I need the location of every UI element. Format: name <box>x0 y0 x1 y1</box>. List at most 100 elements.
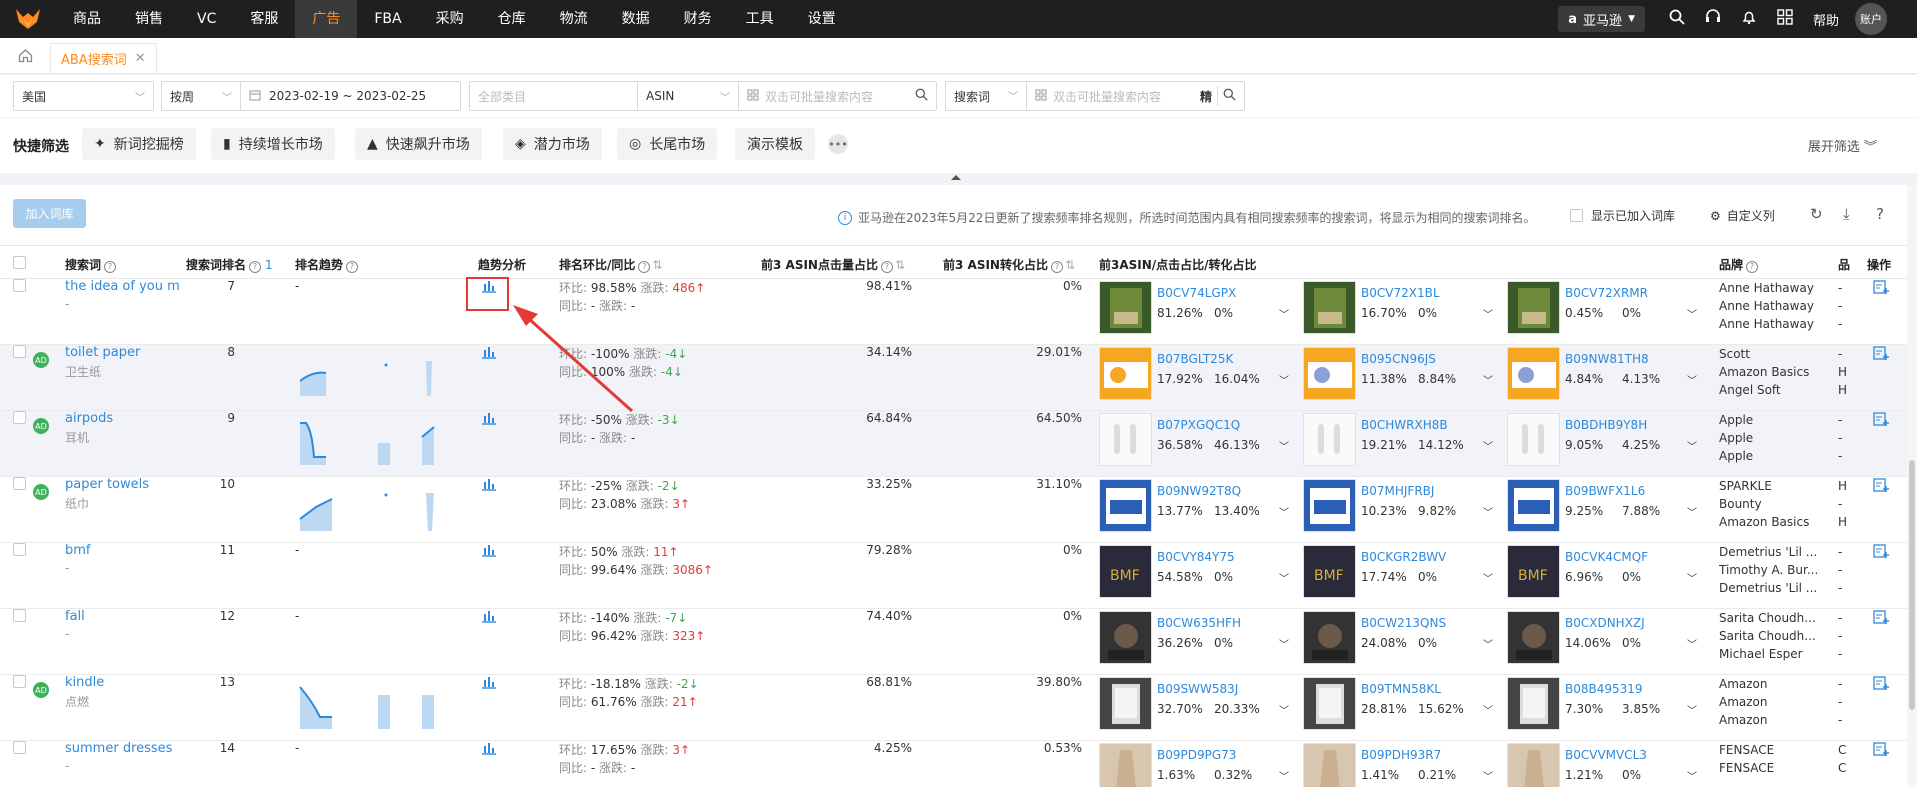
period-select[interactable]: 按周 ﹀ <box>161 81 241 111</box>
chevron-down-icon[interactable]: ﹀ <box>1687 570 1697 585</box>
custom-columns-button[interactable]: ⚙ 自定义列 <box>1710 207 1775 224</box>
headset-icon[interactable] <box>1695 9 1731 29</box>
term-search[interactable]: 搜索词 ﹀ 双击可批量搜索内容 精 <box>945 81 1245 111</box>
asin-type-select[interactable]: ASIN ﹀ <box>638 89 738 104</box>
add-to-list-icon[interactable] <box>1873 477 1889 497</box>
row-checkbox[interactable] <box>13 543 26 556</box>
quick-longtail-button[interactable]: ◎ 长尾市场 <box>617 128 718 160</box>
nav-item-2[interactable]: VC <box>180 0 233 38</box>
home-icon[interactable] <box>0 37 50 73</box>
nav-item-1[interactable]: 销售 <box>118 0 180 38</box>
sort-icon[interactable]: ⇅ <box>652 258 662 272</box>
avatar[interactable]: 账户 <box>1855 3 1887 35</box>
chevron-down-icon[interactable]: ﹀ <box>1279 372 1289 387</box>
quick-growth-button[interactable]: ▮ 持续增长市场 <box>211 128 335 160</box>
nav-item-7[interactable]: 仓库 <box>481 0 543 38</box>
keyword-link[interactable]: kindle <box>65 675 180 690</box>
asin-search-input[interactable]: 双击可批量搜索内容 <box>765 88 873 105</box>
chevron-down-icon[interactable]: ﹀ <box>1483 636 1493 651</box>
product-thumbnail[interactable] <box>1099 281 1152 334</box>
row-checkbox[interactable] <box>13 345 26 358</box>
quick-potential-button[interactable]: ◈ 潜力市场 <box>503 128 602 160</box>
chevron-down-icon[interactable]: ﹀ <box>1687 306 1697 321</box>
chevron-down-icon[interactable]: ﹀ <box>1483 438 1493 453</box>
collapse-handle[interactable] <box>0 173 1917 185</box>
keyword-link[interactable]: the idea of you m <box>65 279 180 294</box>
trend-chart-icon[interactable] <box>481 675 497 693</box>
add-to-library-button[interactable]: 加入词库 <box>13 199 86 228</box>
table-row[interactable]: bmf -11- 环比: 50% 涨跌: 11↑ 同比: 99.64% 涨跌: 308… <box>0 543 1917 609</box>
chevron-down-icon[interactable]: ﹀ <box>1279 438 1289 453</box>
product-thumbnail[interactable] <box>1507 281 1560 334</box>
chevron-down-icon[interactable]: ﹀ <box>1279 570 1289 585</box>
product-thumbnail[interactable] <box>1303 677 1356 730</box>
chevron-down-icon[interactable]: ﹀ <box>1279 768 1289 783</box>
asin-link[interactable]: B09PD9PG73 <box>1157 748 1236 762</box>
product-thumbnail[interactable] <box>1303 611 1356 664</box>
chevron-down-icon[interactable]: ﹀ <box>1483 306 1493 321</box>
asin-link[interactable]: B0CVK4CMQF <box>1565 550 1648 564</box>
nav-item-9[interactable]: 数据 <box>605 0 667 38</box>
product-thumbnail[interactable] <box>1507 413 1560 466</box>
help-icon[interactable]: ? <box>638 261 651 273</box>
keyword-link[interactable]: bmf <box>65 543 180 558</box>
row-checkbox[interactable] <box>13 477 26 490</box>
tab-aba-search-terms[interactable]: ABA搜索词 ✕ <box>50 43 157 73</box>
quick-new-words-button[interactable]: ✦ 新词挖掘榜 <box>82 128 196 160</box>
download-icon[interactable]: ⤓ <box>1843 205 1850 223</box>
chevron-down-icon[interactable]: ﹀ <box>1687 372 1697 387</box>
product-thumbnail[interactable] <box>1099 479 1152 532</box>
precise-toggle[interactable]: 精 <box>1200 88 1212 105</box>
product-thumbnail[interactable] <box>1099 743 1152 787</box>
trend-chart-icon[interactable] <box>481 609 497 627</box>
table-row[interactable]: fall -12- 环比: -140% 涨跌: -7↓ 同比: 96.42% 涨跌: … <box>0 609 1917 675</box>
select-all-checkbox[interactable] <box>13 256 26 269</box>
table-row[interactable]: summer dresses -14- 环比: 17.65% 涨跌: 3↑ 同比: -… <box>0 741 1917 787</box>
asin-link[interactable]: B09SWW583J <box>1157 682 1238 696</box>
chevron-down-icon[interactable]: ﹀ <box>1279 702 1289 717</box>
chevron-down-icon[interactable]: ﹀ <box>1483 504 1493 519</box>
nav-item-12[interactable]: 设置 <box>791 0 853 38</box>
product-thumbnail[interactable] <box>1303 743 1356 787</box>
product-thumbnail[interactable] <box>1507 347 1560 400</box>
row-checkbox[interactable] <box>13 411 26 424</box>
trend-chart-icon[interactable] <box>481 477 497 495</box>
help-icon[interactable]: ? <box>346 261 359 273</box>
nav-item-4[interactable]: 广告 <box>295 0 358 38</box>
chevron-down-icon[interactable]: ﹀ <box>1279 504 1289 519</box>
product-thumbnail[interactable] <box>1099 611 1152 664</box>
table-row[interactable]: AD kindle 点燃 13 环比: -18.18% 涨跌: -2↓ 同比: 61.76… <box>0 675 1917 741</box>
nav-item-6[interactable]: 采购 <box>419 0 481 38</box>
add-to-list-icon[interactable] <box>1873 345 1889 365</box>
trend-chart-icon[interactable] <box>481 411 497 429</box>
chevron-down-icon[interactable]: ﹀ <box>1279 636 1289 651</box>
product-thumbnail[interactable]: BMF <box>1507 545 1560 598</box>
search-icon[interactable] <box>1659 9 1695 29</box>
quick-rising-button[interactable]: ▲ 快速飙升市场 <box>355 128 482 160</box>
product-thumbnail[interactable] <box>1303 281 1356 334</box>
nav-item-0[interactable]: 商品 <box>56 0 118 38</box>
quick-demo-template-button[interactable]: 演示模板 <box>735 128 815 160</box>
keyword-link[interactable]: summer dresses <box>65 741 180 756</box>
term-type-select[interactable]: 搜索词 ﹀ <box>946 88 1026 105</box>
product-thumbnail[interactable] <box>1303 479 1356 532</box>
asin-link[interactable]: B0CW635HFH <box>1157 616 1241 630</box>
asin-search[interactable]: ASIN ﹀ 双击可批量搜索内容 <box>637 81 937 111</box>
scrollbar-thumb[interactable] <box>1909 460 1915 710</box>
asin-link[interactable]: B07PXGQC1Q <box>1157 418 1240 432</box>
asin-link[interactable]: B09PDH93R7 <box>1361 748 1441 762</box>
row-checkbox[interactable] <box>13 741 26 754</box>
country-select[interactable]: 美国 ﹀ <box>13 81 154 111</box>
asin-link[interactable]: B0CW213QNS <box>1361 616 1446 630</box>
trend-chart-icon[interactable] <box>481 741 497 759</box>
term-search-input[interactable]: 双击可批量搜索内容 <box>1053 88 1161 105</box>
chevron-down-icon[interactable]: ﹀ <box>1687 636 1697 651</box>
asin-link[interactable]: B09NW92T8Q <box>1157 484 1241 498</box>
help-icon[interactable]: ? <box>1050 261 1063 273</box>
help-icon[interactable]: ? <box>249 261 262 273</box>
product-thumbnail[interactable] <box>1099 413 1152 466</box>
date-range-picker[interactable]: 2023-02-19 ~ 2023-02-25 <box>240 81 461 111</box>
chevron-down-icon[interactable]: ﹀ <box>1483 570 1493 585</box>
product-thumbnail[interactable] <box>1507 743 1560 787</box>
help-icon[interactable]: ? <box>880 261 893 273</box>
